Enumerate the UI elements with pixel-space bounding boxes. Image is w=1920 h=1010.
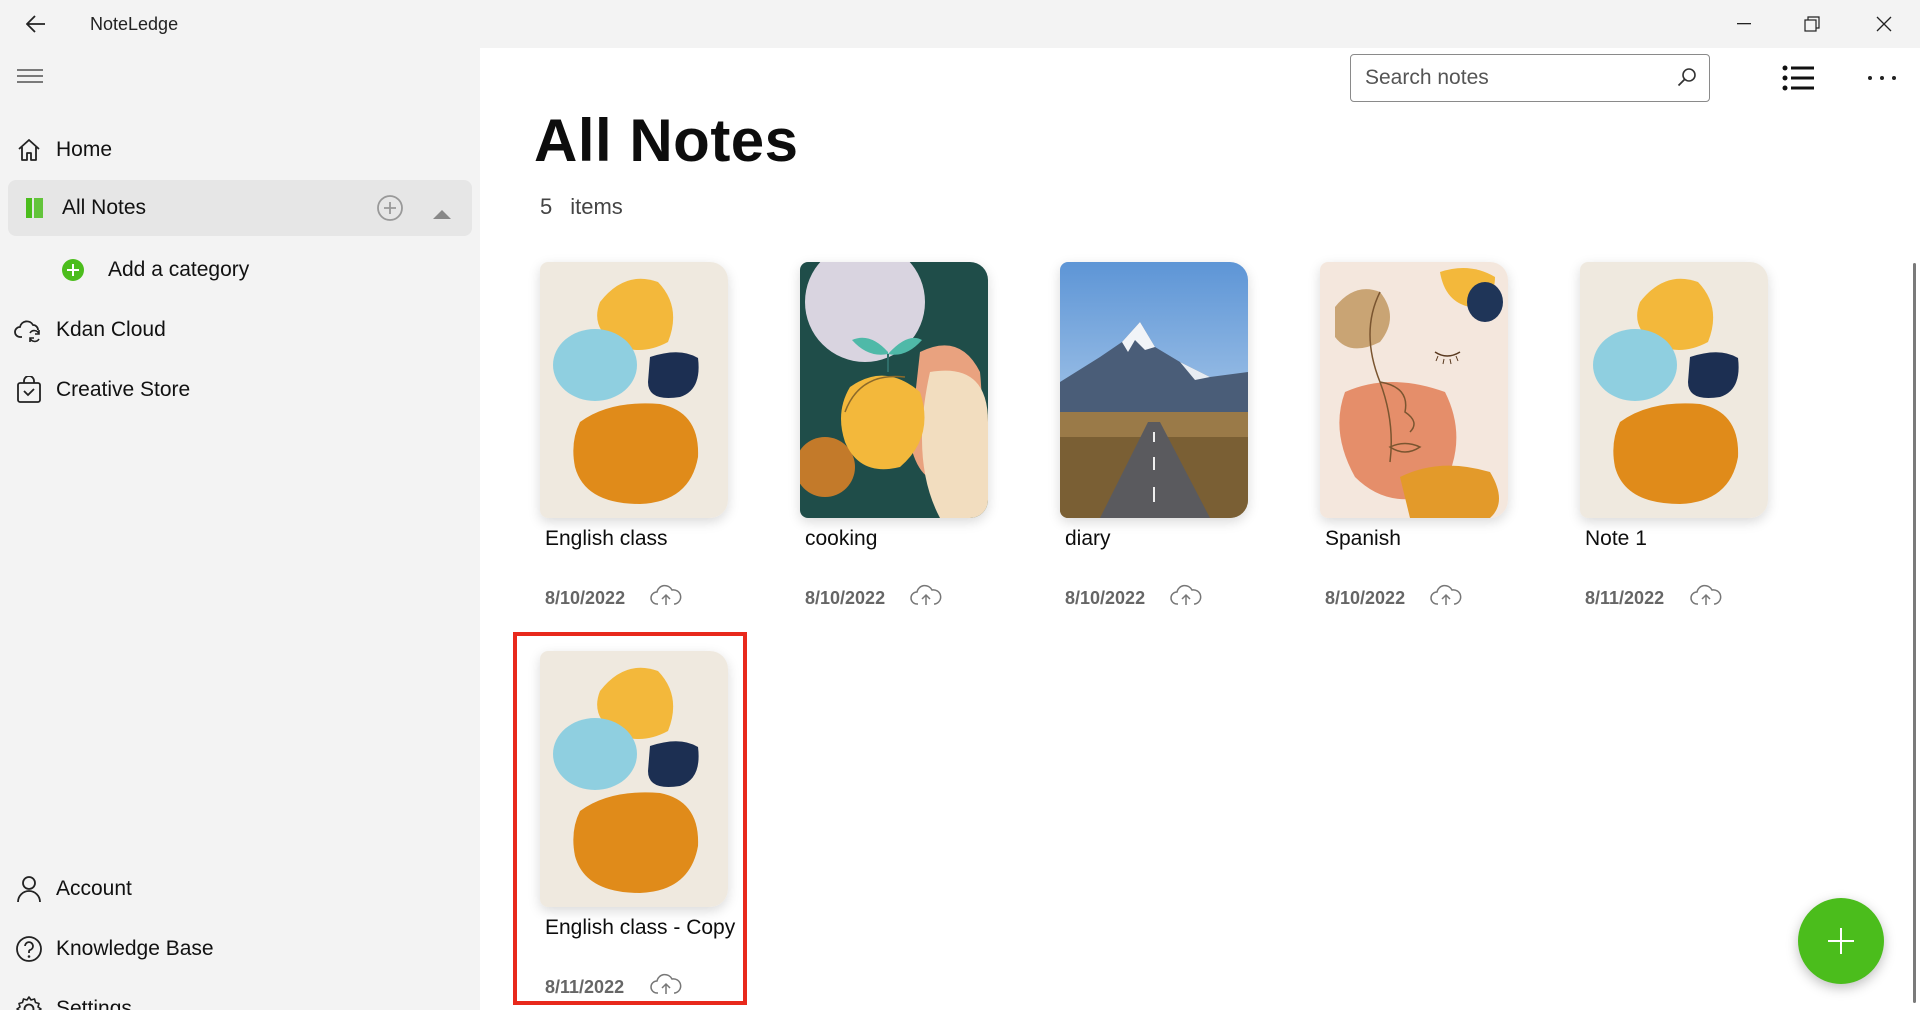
- vertical-scrollbar[interactable]: [1913, 263, 1916, 1003]
- search-box[interactable]: [1350, 54, 1710, 102]
- note-title: Note 1: [1585, 527, 1647, 550]
- note-cover-face-line-art[interactable]: [1320, 262, 1508, 518]
- sidebar-item-label: Add a category: [108, 258, 250, 281]
- new-note-button[interactable]: [1798, 898, 1884, 984]
- note-title: English class: [545, 527, 668, 550]
- note-card[interactable]: cooking 8/10/2022: [800, 262, 1040, 608]
- sidebar-item-kdan-cloud[interactable]: Kdan Cloud: [8, 302, 472, 358]
- back-arrow-icon: [26, 15, 45, 33]
- sidebar-item-all-notes[interactable]: All Notes: [8, 180, 472, 236]
- notebook-icon: [20, 193, 50, 223]
- hamburger-icon: [17, 69, 43, 83]
- restore-icon: [1804, 16, 1820, 32]
- collapse-button[interactable]: [432, 202, 452, 226]
- note-cover-lemon-art[interactable]: [800, 262, 988, 518]
- add-circle-icon: [58, 255, 88, 285]
- minimize-icon: [1737, 23, 1751, 25]
- sidebar-item-label: All Notes: [62, 196, 147, 219]
- note-date: 8/10/2022: [805, 588, 886, 608]
- person-icon: [14, 874, 44, 904]
- hamburger-menu-button[interactable]: [14, 64, 46, 88]
- search-icon[interactable]: [1677, 67, 1697, 92]
- sidebar-item-label: Settings: [56, 997, 132, 1010]
- home-icon: [14, 135, 44, 165]
- selection-highlight: [513, 632, 747, 1005]
- list-view-button[interactable]: [1778, 58, 1818, 98]
- close-button[interactable]: [1850, 0, 1918, 48]
- back-button[interactable]: [16, 8, 56, 40]
- note-card[interactable]: English class 8/10/2022: [540, 262, 780, 608]
- sidebar-item-label: Creative Store: [56, 378, 191, 401]
- main-content: All Notes 5 items English class 8/10/2022: [480, 48, 1920, 1010]
- item-count-label: items: [570, 194, 623, 219]
- item-count: 5 items: [540, 194, 623, 220]
- note-card[interactable]: Spanish 8/10/2022: [1320, 262, 1560, 608]
- note-cover-mountain-road[interactable]: [1060, 262, 1248, 518]
- sidebar-item-settings[interactable]: Settings: [8, 981, 472, 1010]
- note-title: cooking: [805, 527, 878, 550]
- sidebar-item-label: Home: [56, 138, 113, 161]
- add-notebook-button[interactable]: [376, 194, 404, 228]
- cloud-sync-icon: [14, 315, 44, 345]
- note-card[interactable]: diary 8/10/2022: [1060, 262, 1300, 608]
- note-date: 8/10/2022: [1325, 588, 1406, 608]
- page-title: All Notes: [534, 107, 799, 174]
- note-date: 8/11/2022: [1585, 588, 1665, 608]
- note-cover-abstract-shapes[interactable]: [540, 262, 728, 518]
- cloud-upload-icon[interactable]: [1690, 584, 1722, 611]
- cloud-upload-icon[interactable]: [1430, 584, 1462, 611]
- cloud-upload-icon[interactable]: [650, 584, 682, 611]
- minimize-button[interactable]: [1710, 0, 1778, 48]
- sidebar-item-label: Kdan Cloud: [56, 318, 166, 341]
- note-title: Spanish: [1325, 527, 1401, 550]
- sidebar-item-label: Account: [56, 877, 132, 900]
- note-title: diary: [1065, 527, 1111, 550]
- title-bar: NoteLedge: [0, 0, 1920, 48]
- plus-icon: [1828, 928, 1854, 954]
- sidebar: Home All Notes Add a category Kdan Cloud…: [0, 48, 480, 1010]
- note-card[interactable]: Note 1 8/11/2022: [1580, 262, 1820, 608]
- more-options-button[interactable]: [1862, 58, 1902, 98]
- app-title: NoteLedge: [90, 14, 179, 34]
- note-date: 8/10/2022: [545, 588, 626, 608]
- sidebar-item-account[interactable]: Account: [8, 861, 472, 917]
- note-cover-abstract-shapes[interactable]: [1580, 262, 1768, 518]
- cloud-upload-icon[interactable]: [1170, 584, 1202, 611]
- sidebar-item-knowledge-base[interactable]: Knowledge Base: [8, 921, 472, 977]
- search-input[interactable]: [1365, 63, 1665, 93]
- note-date: 8/10/2022: [1065, 588, 1146, 608]
- caret-up-icon: [433, 210, 451, 219]
- more-icon: [1868, 76, 1896, 80]
- restore-button[interactable]: [1778, 0, 1846, 48]
- sidebar-item-label: Knowledge Base: [56, 937, 214, 960]
- sidebar-item-add-category[interactable]: Add a category: [50, 242, 470, 298]
- shopping-bag-icon: [14, 375, 44, 405]
- list-view-icon: [1782, 65, 1814, 91]
- sidebar-item-creative-store[interactable]: Creative Store: [8, 362, 472, 418]
- close-icon: [1876, 16, 1892, 32]
- add-circle-outline-icon: [377, 195, 403, 221]
- sidebar-item-home[interactable]: Home: [8, 122, 472, 178]
- item-count-number: 5: [540, 194, 553, 219]
- help-icon: [14, 934, 44, 964]
- cloud-upload-icon[interactable]: [910, 584, 942, 611]
- gear-icon: [14, 994, 44, 1010]
